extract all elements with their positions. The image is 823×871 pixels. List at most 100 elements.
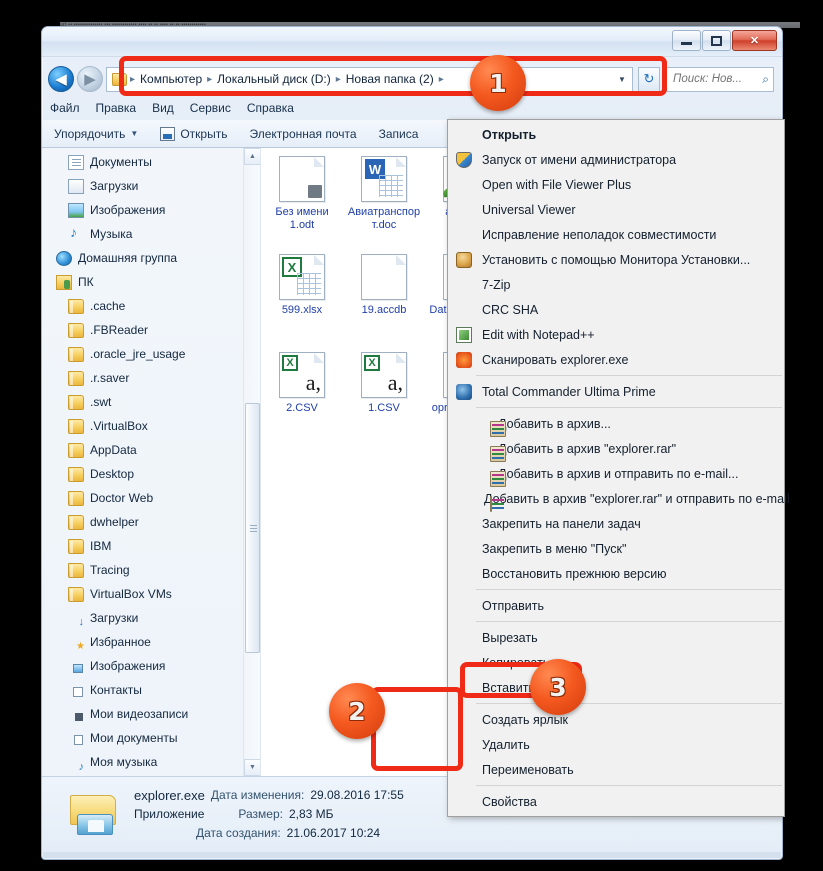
tree-item-18[interactable]: VirtualBox VMs — [42, 582, 260, 606]
context-menu-item[interactable]: 7-Zip — [448, 272, 784, 297]
context-menu-item[interactable]: Исправление неполадок совместимости — [448, 222, 784, 247]
forward-button[interactable]: ▶ — [77, 66, 103, 92]
tree-item-0[interactable]: Документы — [42, 150, 260, 174]
context-menu-item[interactable]: Сканировать explorer.exe — [448, 347, 784, 372]
menu-bar: Файл Правка Вид Сервис Справка — [42, 97, 782, 119]
address-input[interactable]: ▸ Компьютер ▸ Локальный диск (D:) ▸ Нова… — [106, 66, 633, 92]
context-menu-item[interactable]: Открыть — [448, 122, 784, 147]
refresh-icon[interactable]: ↻ — [638, 66, 660, 92]
context-menu-item[interactable]: Восстановить прежнюю версию — [448, 561, 784, 586]
tree-item-8[interactable]: .oracle_jre_usage — [42, 342, 260, 366]
file-name-label: 19.accdb — [361, 304, 407, 316]
tree-item-3[interactable]: Музыка — [42, 222, 260, 246]
tree-item-9[interactable]: .r.saver — [42, 366, 260, 390]
tree-item-22[interactable]: Контакты — [42, 678, 260, 702]
scroll-down-button[interactable]: ▼ — [244, 759, 260, 776]
file-item[interactable]: Без имени 1.odt — [261, 150, 343, 248]
context-menu-item[interactable]: Копировать — [448, 650, 784, 675]
context-menu-item[interactable]: Open with File Viewer Plus — [448, 172, 784, 197]
back-button[interactable]: ◀ — [48, 66, 74, 92]
context-menu-item-label: Сканировать explorer.exe — [482, 352, 629, 367]
tree-item-13[interactable]: Desktop — [42, 462, 260, 486]
context-menu-item[interactable]: Закрепить на панели задач — [448, 511, 784, 536]
context-menu-item[interactable]: CRC SHA — [448, 297, 784, 322]
menu-item-help[interactable]: Справка — [247, 101, 294, 115]
minimize-button[interactable] — [672, 30, 701, 51]
tree-item-2[interactable]: Изображения — [42, 198, 260, 222]
open-button[interactable]: Открыть — [160, 126, 228, 141]
context-menu-item[interactable]: Добавить в архив "explorer.rar" и отправ… — [448, 486, 790, 512]
breadcrumb-item-newfolder[interactable]: Новая папка (2) — [343, 71, 437, 87]
scrollbar-thumb[interactable] — [245, 403, 260, 653]
context-menu-item[interactable]: Удалить — [448, 732, 784, 757]
chevron-down-icon[interactable]: ▼ — [614, 75, 630, 84]
context-menu-item[interactable]: Создать ярлык — [448, 707, 784, 732]
context-menu-item[interactable]: Edit with Notepad++ — [448, 322, 784, 347]
context-menu-item[interactable]: Universal Viewer — [448, 197, 784, 222]
search-box[interactable]: ⌕ — [666, 66, 774, 92]
context-menu-item[interactable]: Total Commander Ultima Prime — [448, 379, 784, 404]
tree-item-25[interactable]: Моя музыка — [42, 750, 260, 774]
file-item[interactable]: X 599.xlsx — [261, 248, 343, 346]
burn-button[interactable]: Записа — [379, 127, 419, 141]
doc-word-icon: W — [361, 156, 407, 202]
context-menu-item[interactable]: Закрепить в меню "Пуск" — [448, 536, 784, 561]
open-label: Открыть — [180, 126, 228, 141]
tree-item-6[interactable]: .cache — [42, 294, 260, 318]
close-button[interactable]: ✕ — [732, 30, 777, 51]
breadcrumb-item-computer[interactable]: Компьютер — [137, 71, 205, 87]
tree-scrollbar[interactable]: ▲ ▼ — [243, 148, 260, 776]
tree-item-4[interactable]: Домашняя группа — [42, 246, 260, 270]
tree-item-11[interactable]: .VirtualBox — [42, 414, 260, 438]
context-menu-item[interactable]: Переименовать — [448, 757, 784, 782]
context-menu-item[interactable]: Запуск от имени администратора — [448, 147, 784, 172]
tree-item-24[interactable]: Мои документы — [42, 726, 260, 750]
tree-item-17[interactable]: Tracing — [42, 558, 260, 582]
tree-item-20[interactable]: Избранное — [42, 630, 260, 654]
context-menu-item[interactable]: Добавить в архив... — [448, 411, 784, 437]
menu-item-view[interactable]: Вид — [152, 101, 174, 115]
email-button[interactable]: Электронная почта — [249, 127, 356, 141]
file-item[interactable]: 19.accdb — [343, 248, 425, 346]
fdl-icon — [68, 611, 85, 628]
navigation-tree[interactable]: Документы Загрузки Изображения Музыка Домашн… — [42, 148, 260, 776]
tree-item-12[interactable]: AppData — [42, 438, 260, 462]
scroll-up-button[interactable]: ▲ — [244, 148, 260, 165]
tree-item-15[interactable]: dwhelper — [42, 510, 260, 534]
context-menu[interactable]: Открыть Запуск от имени администратора Ope… — [447, 119, 790, 817]
tree-item-16[interactable]: IBM — [42, 534, 260, 558]
explorer-app-icon — [68, 792, 120, 838]
tree-item-21[interactable]: Изображения — [42, 654, 260, 678]
tree-item-10[interactable]: .swt — [42, 390, 260, 414]
tree-item-label: .r.saver — [90, 371, 130, 385]
address-bar-row: ◀ ▶ ▸ Компьютер ▸ Локальный диск (D:) ▸ … — [42, 57, 782, 97]
file-item[interactable]: W Авиатранспорт.doc — [343, 150, 425, 248]
menu-item-edit[interactable]: Правка — [96, 101, 137, 115]
file-item[interactable]: Xa, 2.CSV — [261, 346, 343, 444]
tree-item-14[interactable]: Doctor Web — [42, 486, 260, 510]
context-menu-item[interactable]: Вырезать — [448, 625, 784, 650]
context-menu-item[interactable]: Вставить — [448, 675, 784, 700]
tree-item-26[interactable]: Поиски — [42, 774, 260, 776]
tree-item-23[interactable]: Мои видеозаписи — [42, 702, 260, 726]
context-menu-item[interactable]: Установить с помощью Монитора Установки.… — [448, 247, 784, 272]
tree-item-label: Моя музыка — [90, 755, 158, 769]
tree-item-19[interactable]: Загрузки — [42, 606, 260, 630]
context-menu-item[interactable]: Добавить в архив и отправить по e-mail..… — [448, 461, 784, 487]
breadcrumb-item-localdisk[interactable]: Локальный диск (D:) — [214, 71, 334, 87]
maximize-button[interactable] — [702, 30, 731, 51]
details-text: explorer.exe Дата изменения: 29.08.2016 … — [134, 786, 404, 843]
menu-separator — [476, 407, 782, 408]
menu-item-file[interactable]: Файл — [50, 101, 80, 115]
menu-item-tools[interactable]: Сервис — [190, 101, 231, 115]
tree-item-1[interactable]: Загрузки — [42, 174, 260, 198]
context-menu-item[interactable]: Свойства — [448, 789, 784, 814]
organize-button[interactable]: Упорядочить ▼ — [54, 127, 138, 141]
tree-item-7[interactable]: .FBReader — [42, 318, 260, 342]
context-menu-item[interactable]: Добавить в архив "explorer.rar" — [448, 436, 784, 462]
tree-item-5[interactable]: ПК — [42, 270, 260, 294]
file-item[interactable]: Xa, 1.CSV — [343, 346, 425, 444]
fvid-icon — [68, 707, 84, 722]
search-input[interactable] — [671, 72, 763, 86]
context-menu-item[interactable]: Отправить — [448, 593, 784, 618]
